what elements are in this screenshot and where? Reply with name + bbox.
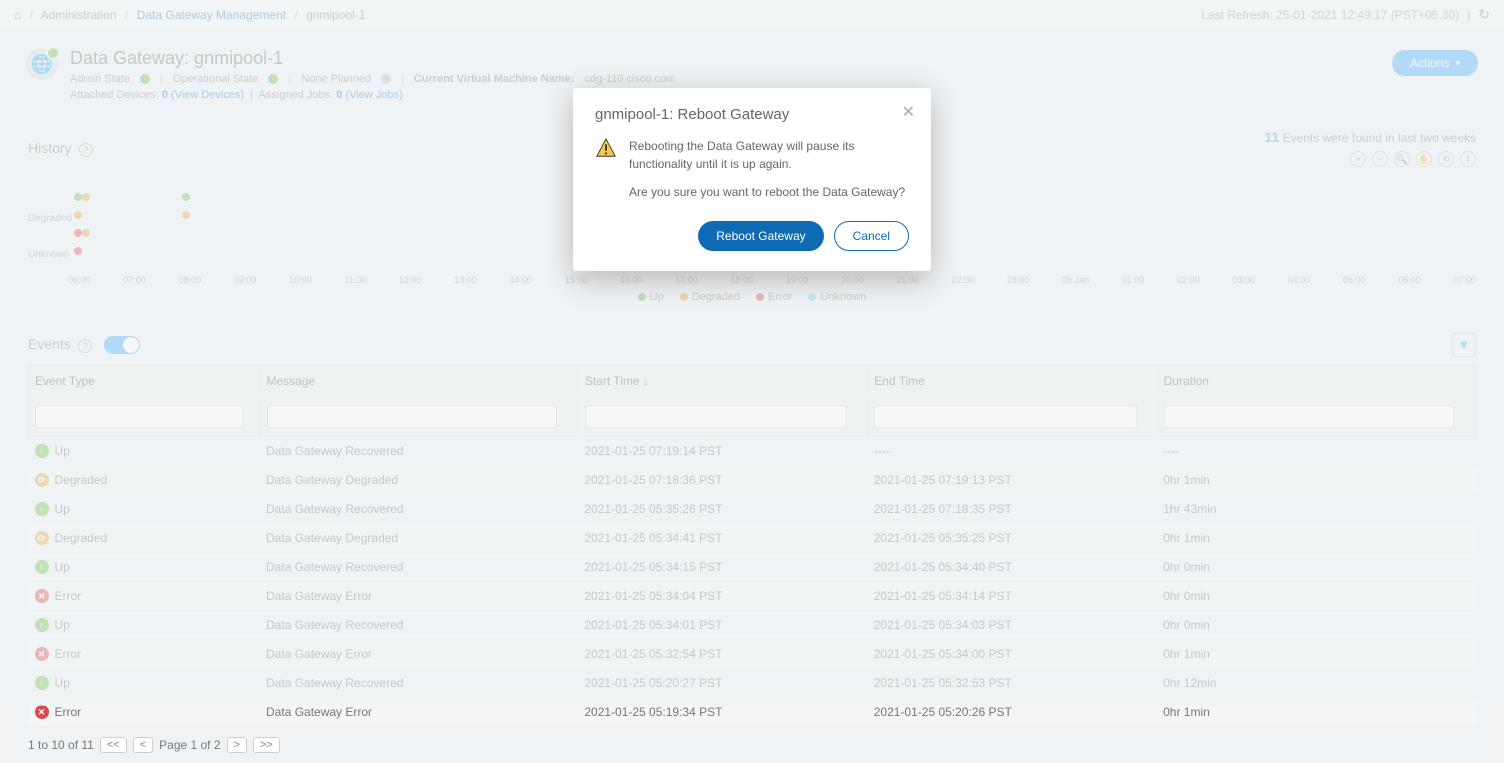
pager-last-button[interactable]: >> bbox=[253, 737, 280, 753]
pager-first-button[interactable]: << bbox=[100, 737, 127, 753]
cancel-button[interactable]: Cancel bbox=[834, 221, 909, 251]
pager-range: 1 to 10 of 11 bbox=[28, 738, 94, 752]
dialog-question: Are you sure you want to reboot the Data… bbox=[629, 185, 909, 199]
dialog-warning-text: Rebooting the Data Gateway will pause it… bbox=[629, 137, 909, 173]
pagination: 1 to 10 of 11 << < Page 1 of 2 > >> bbox=[28, 737, 1476, 753]
dialog-title: gnmipool-1: Reboot Gateway bbox=[595, 106, 909, 123]
event-type-value: Error bbox=[55, 705, 82, 719]
pager-page: Page 1 of 2 bbox=[159, 738, 220, 752]
warning-icon bbox=[595, 137, 617, 173]
reboot-gateway-button[interactable]: Reboot Gateway bbox=[698, 221, 823, 251]
pager-next-button[interactable]: > bbox=[227, 737, 247, 753]
err-icon: ✕ bbox=[35, 705, 49, 719]
close-icon[interactable]: ✕ bbox=[902, 102, 915, 122]
pager-prev-button[interactable]: < bbox=[133, 737, 153, 753]
reboot-gateway-dialog: ✕ gnmipool-1: Reboot Gateway Rebooting t… bbox=[573, 88, 931, 271]
modal-backdrop: ✕ gnmipool-1: Reboot Gateway Rebooting t… bbox=[0, 0, 1504, 706]
